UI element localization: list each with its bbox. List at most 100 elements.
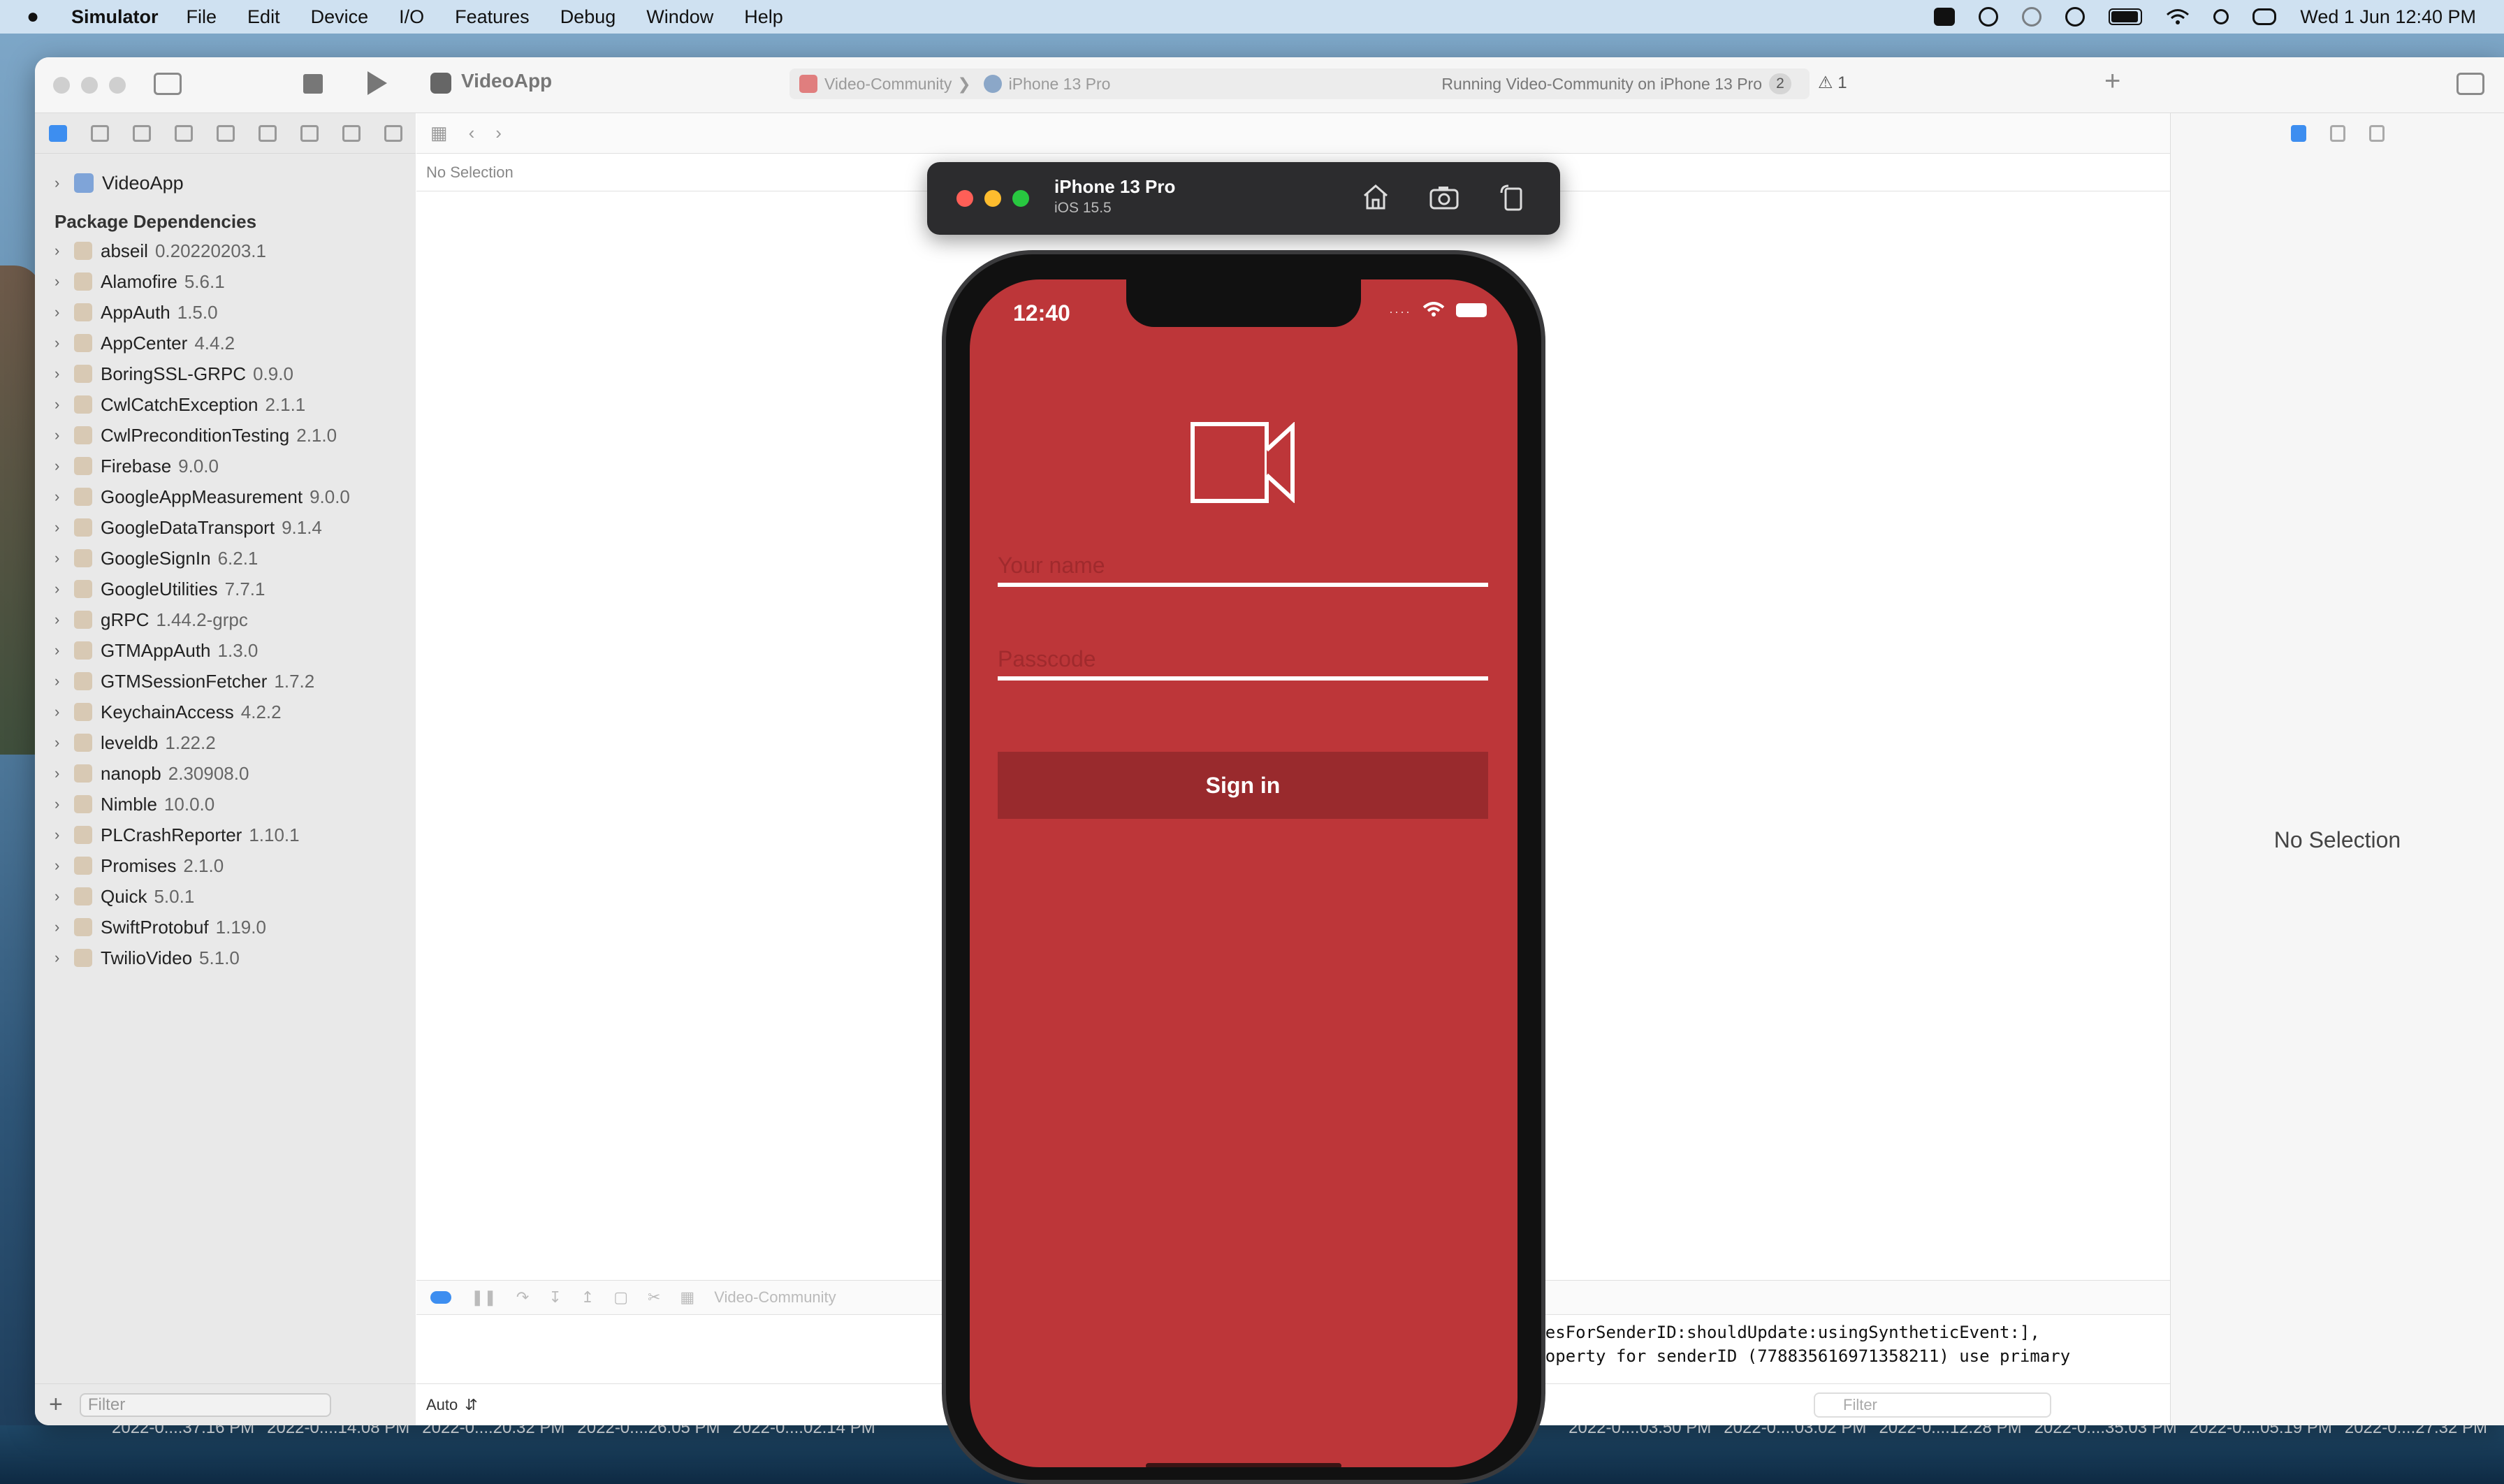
- symbol-icon[interactable]: [133, 124, 151, 142]
- chevron-right-icon[interactable]: ›: [54, 764, 74, 783]
- scissors-icon[interactable]: ✂: [648, 1288, 660, 1307]
- battery-icon[interactable]: [2109, 8, 2143, 25]
- console-mode-selector[interactable]: Auto: [426, 1396, 458, 1414]
- view-hierarchy-icon[interactable]: ▢: [613, 1288, 628, 1307]
- chevron-right-icon[interactable]: ›: [54, 242, 74, 260]
- package-item[interactable]: › AppCenter 4.4.2: [35, 328, 416, 358]
- chevron-right-icon[interactable]: ›: [54, 303, 74, 321]
- name-input[interactable]: [998, 548, 1488, 583]
- wifi-icon[interactable]: [2166, 8, 2190, 25]
- package-item[interactable]: › PLCrashReporter 1.10.1: [35, 820, 416, 850]
- tree-root-item[interactable]: › VideoApp: [35, 168, 416, 198]
- report-icon[interactable]: [384, 124, 402, 142]
- package-item[interactable]: › GoogleAppMeasurement 9.0.0: [35, 481, 416, 512]
- package-item[interactable]: › GoogleDataTransport 9.1.4: [35, 512, 416, 543]
- add-icon[interactable]: +: [49, 1391, 63, 1418]
- menu-io[interactable]: I/O: [399, 6, 424, 28]
- close-button[interactable]: [53, 77, 70, 94]
- package-item[interactable]: › GoogleSignIn 6.2.1: [35, 543, 416, 574]
- chevron-right-icon[interactable]: ›: [54, 174, 74, 192]
- package-item[interactable]: › AppAuth 1.5.0: [35, 297, 416, 328]
- chevron-right-icon[interactable]: ›: [54, 580, 74, 598]
- simulator-minimize-button[interactable]: [984, 190, 1001, 207]
- menu-features[interactable]: Features: [455, 6, 530, 28]
- navigator-toggle-icon[interactable]: [154, 73, 182, 95]
- simulator-zoom-button[interactable]: [1012, 190, 1029, 207]
- minimize-button[interactable]: [81, 77, 98, 94]
- stop-icon[interactable]: [303, 74, 323, 94]
- package-item[interactable]: › BoringSSL-GRPC 0.9.0: [35, 358, 416, 389]
- chevron-right-icon[interactable]: ›: [54, 611, 74, 629]
- step-over-icon[interactable]: ↷: [516, 1288, 529, 1307]
- folder-icon[interactable]: [49, 124, 67, 142]
- menu-window[interactable]: Window: [646, 6, 713, 28]
- breakpoints-toggle[interactable]: [430, 1291, 451, 1304]
- step-out-icon[interactable]: ↥: [581, 1288, 594, 1307]
- vpn-icon[interactable]: [2065, 7, 2086, 27]
- file-inspector-icon[interactable]: [2290, 125, 2306, 142]
- chevron-right-icon[interactable]: ›: [54, 918, 74, 936]
- package-item[interactable]: › GoogleUtilities 7.7.1: [35, 574, 416, 604]
- menu-edit[interactable]: Edit: [247, 6, 280, 28]
- chevron-updown-icon[interactable]: ⇵: [465, 1396, 477, 1414]
- messages-icon[interactable]: [1979, 7, 1999, 27]
- chevron-right-icon[interactable]: ›: [54, 795, 74, 813]
- run-icon[interactable]: [367, 71, 387, 95]
- control-center-icon[interactable]: [2252, 8, 2277, 25]
- debug-icon[interactable]: [300, 124, 319, 142]
- package-item[interactable]: › CwlPreconditionTesting 2.1.0: [35, 420, 416, 451]
- chevron-right-icon[interactable]: ›: [54, 549, 74, 567]
- environment-icon[interactable]: ▦: [680, 1288, 694, 1307]
- status-badge[interactable]: 2: [1769, 73, 1791, 94]
- history-inspector-icon[interactable]: [2329, 125, 2345, 142]
- chevron-right-icon[interactable]: ›: [54, 457, 74, 475]
- sign-in-button[interactable]: Sign in: [998, 752, 1488, 819]
- menu-file[interactable]: File: [187, 6, 217, 28]
- project-title[interactable]: VideoApp: [461, 70, 552, 92]
- destination-selector[interactable]: iPhone 13 Pro: [1009, 75, 1111, 94]
- console-output[interactable]: ertiesForSenderID:shouldUpdate:usingSynt…: [1505, 1321, 2169, 1392]
- package-item[interactable]: › leveldb 1.22.2: [35, 727, 416, 758]
- package-item[interactable]: › Promises 2.1.0: [35, 850, 416, 881]
- add-tab-icon[interactable]: +: [2104, 66, 2120, 97]
- home-icon[interactable]: [1360, 183, 1391, 211]
- chevron-right-icon[interactable]: ›: [54, 426, 74, 444]
- package-item[interactable]: › Nimble 10.0.0: [35, 789, 416, 820]
- package-item[interactable]: › SwiftProtobuf 1.19.0: [35, 912, 416, 943]
- inspector-toggle-icon[interactable]: [2456, 73, 2484, 95]
- package-item[interactable]: › TwilioVideo 5.1.0: [35, 943, 416, 973]
- simulator-close-button[interactable]: [956, 190, 973, 207]
- package-item[interactable]: › GTMAppAuth 1.3.0: [35, 635, 416, 666]
- back-icon[interactable]: ‹: [469, 122, 475, 144]
- console-filter-input[interactable]: Filter: [1814, 1392, 2051, 1418]
- package-item[interactable]: › KeychainAccess 4.2.2: [35, 697, 416, 727]
- screen-record-icon[interactable]: [1934, 8, 1956, 26]
- chevron-right-icon[interactable]: ›: [54, 949, 74, 967]
- grid-icon[interactable]: ▦: [430, 122, 448, 144]
- home-indicator[interactable]: [1146, 1463, 1341, 1467]
- menu-help[interactable]: Help: [744, 6, 783, 28]
- spotlight-search-icon[interactable]: [2213, 9, 2229, 24]
- help-inspector-icon[interactable]: [2368, 125, 2385, 142]
- chevron-right-icon[interactable]: ›: [54, 703, 74, 721]
- package-item[interactable]: › GTMSessionFetcher 1.7.2: [35, 666, 416, 697]
- chevron-right-icon[interactable]: ›: [54, 395, 74, 414]
- chevron-right-icon[interactable]: ›: [54, 272, 74, 291]
- chevron-right-icon[interactable]: ›: [54, 672, 74, 690]
- menu-device[interactable]: Device: [311, 6, 369, 28]
- package-item[interactable]: › CwlCatchException 2.1.1: [35, 389, 416, 420]
- globe-icon[interactable]: [2022, 7, 2042, 27]
- package-item[interactable]: › abseil 0.20220203.1: [35, 235, 416, 266]
- chevron-right-icon[interactable]: ›: [54, 365, 74, 383]
- scheme-selector[interactable]: Video-Community: [824, 75, 952, 94]
- source-control-icon[interactable]: [91, 124, 109, 142]
- chevron-right-icon[interactable]: ›: [54, 826, 74, 844]
- step-into-icon[interactable]: ↧: [548, 1288, 561, 1307]
- warning-indicator[interactable]: ⚠ 1: [1818, 73, 1847, 93]
- package-item[interactable]: › Quick 5.0.1: [35, 881, 416, 912]
- pause-icon[interactable]: ❚❚: [471, 1288, 497, 1307]
- zoom-button[interactable]: [109, 77, 126, 94]
- chevron-right-icon[interactable]: ›: [54, 334, 74, 352]
- chevron-right-icon[interactable]: ›: [54, 857, 74, 875]
- package-item[interactable]: › Alamofire 5.6.1: [35, 266, 416, 297]
